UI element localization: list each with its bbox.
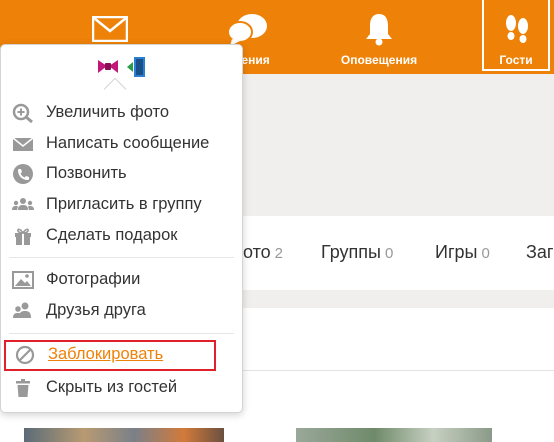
- nav-notifications[interactable]: Оповещения: [320, 0, 438, 74]
- bell-icon: [366, 14, 392, 46]
- tab-games[interactable]: Игры 0: [435, 242, 490, 263]
- envelope-icon: [12, 137, 34, 151]
- tab-groups-label: Группы: [321, 242, 381, 262]
- menu-item-label: Написать сообщение: [46, 134, 210, 152]
- friends-icon: [13, 302, 31, 318]
- menu-divider: [9, 257, 234, 258]
- trash-icon: [16, 379, 30, 397]
- tab-groups-count: 0: [384, 245, 394, 262]
- user-actions-popup: Увеличить фото Написать сообщение Позвон…: [0, 44, 243, 413]
- door-badge-icon[interactable]: [127, 56, 147, 78]
- zoom-in-icon: [12, 103, 33, 123]
- menu-item-write-message[interactable]: Написать сообщение: [1, 130, 242, 158]
- speech-bubbles-icon: [226, 14, 267, 46]
- menu-divider: [9, 333, 234, 334]
- footprints-icon: [506, 15, 528, 43]
- tab-more-label: Заг: [526, 242, 554, 262]
- menu-item-make-gift[interactable]: Сделать подарок: [1, 222, 242, 250]
- popup-arrow: [103, 77, 127, 101]
- tab-more[interactable]: Заг: [526, 242, 553, 263]
- group-icon: [12, 198, 34, 210]
- envelope-icon: [92, 16, 128, 42]
- phone-icon: [13, 164, 33, 184]
- gift-icon: [15, 228, 31, 245]
- tab-groups[interactable]: Группы 0: [321, 242, 393, 263]
- nav-guests[interactable]: Гости: [480, 0, 554, 74]
- menu-item-label: Сделать подарок: [46, 226, 178, 244]
- popup-badges: [97, 57, 157, 79]
- block-icon: [15, 345, 35, 365]
- menu-item-label: Скрыть из гостей: [46, 378, 178, 396]
- photo-thumbnail[interactable]: [24, 428, 224, 442]
- nav-guests-label: Гости: [499, 53, 533, 67]
- menu-item-zoom-photo[interactable]: Увеличить фото: [1, 99, 242, 127]
- menu-item-label: Увеличить фото: [46, 103, 170, 121]
- menu-item-label: Пригласить в группу: [46, 195, 202, 213]
- menu-item-photos[interactable]: Фотографии: [1, 266, 242, 294]
- menu-item-hide-from-guests[interactable]: Скрыть из гостей: [1, 374, 242, 402]
- menu-item-block[interactable]: Заблокировать: [4, 340, 216, 371]
- photos-icon: [12, 271, 34, 289]
- photo-thumbnail[interactable]: [296, 428, 492, 442]
- tab-photos[interactable]: ото 2: [243, 242, 283, 263]
- tab-games-label: Игры: [435, 242, 478, 262]
- ribbon-badge-icon[interactable]: [97, 57, 119, 77]
- nav-notifications-label: Оповещения: [340, 53, 418, 67]
- menu-item-friends-of-friend[interactable]: Друзья друга: [1, 297, 242, 325]
- menu-item-label: Друзья друга: [46, 301, 146, 319]
- menu-item-invite-to-group[interactable]: Пригласить в группу: [1, 191, 242, 219]
- menu-item-label: Заблокировать: [48, 345, 164, 363]
- menu-item-label: Фотографии: [46, 270, 141, 288]
- tab-photos-count: 2: [274, 245, 284, 262]
- menu-item-label: Позвонить: [46, 164, 127, 182]
- tab-games-count: 0: [481, 245, 490, 262]
- menu-item-call[interactable]: Позвонить: [1, 160, 242, 188]
- tab-photos-label: ото: [243, 242, 271, 262]
